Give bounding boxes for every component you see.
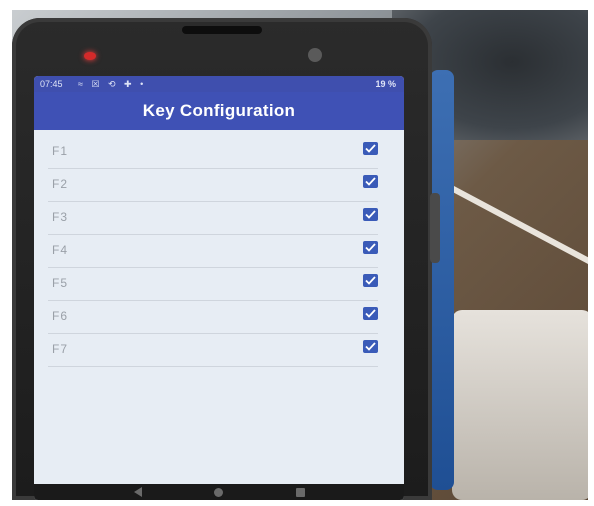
key-row-f5[interactable]: F5	[48, 268, 378, 301]
key-checkbox[interactable]	[363, 241, 378, 254]
key-row-f4[interactable]: F4	[48, 235, 378, 268]
key-row-f6[interactable]: F6	[48, 301, 378, 334]
device-side-strip	[430, 70, 454, 490]
key-checkbox[interactable]	[363, 274, 378, 287]
status-time: 07:45	[40, 79, 63, 89]
check-icon	[365, 342, 376, 351]
cable	[440, 180, 588, 266]
key-checkbox[interactable]	[363, 175, 378, 188]
key-row-f7[interactable]: F7	[48, 334, 378, 367]
key-label: F4	[52, 243, 69, 257]
key-checkbox[interactable]	[363, 208, 378, 221]
key-row-f1[interactable]: F1	[48, 136, 378, 169]
key-checkbox[interactable]	[363, 340, 378, 353]
check-icon	[365, 177, 376, 186]
home-icon[interactable]	[214, 488, 223, 497]
status-bar: 07:45 ≈ ☒ ⟲ ✚ • 19 %	[34, 76, 404, 92]
handheld-device: 07:45 ≈ ☒ ⟲ ✚ • 19 % Key Configuration F…	[12, 18, 440, 500]
key-checkbox[interactable]	[363, 307, 378, 320]
battery-indicator: 19 %	[375, 79, 396, 89]
check-icon	[365, 243, 376, 252]
check-icon	[365, 210, 376, 219]
speaker-grille	[182, 26, 262, 34]
check-icon	[365, 276, 376, 285]
key-row-f2[interactable]: F2	[48, 169, 378, 202]
key-label: F1	[52, 144, 69, 158]
key-checkbox[interactable]	[363, 142, 378, 155]
background-object	[452, 310, 588, 500]
page-title: Key Configuration	[142, 101, 296, 120]
navigation-bar	[34, 484, 404, 500]
key-label: F6	[52, 309, 69, 323]
app-bar: Key Configuration	[34, 92, 404, 130]
led-indicator	[84, 52, 96, 60]
side-button[interactable]	[430, 193, 440, 263]
key-label: F5	[52, 276, 69, 290]
recent-apps-icon[interactable]	[296, 488, 305, 497]
check-icon	[365, 309, 376, 318]
camera-icon	[308, 48, 322, 62]
key-label: F7	[52, 342, 69, 356]
key-label: F2	[52, 177, 69, 191]
notification-icons: ≈ ☒ ⟲ ✚ •	[78, 79, 147, 89]
back-icon[interactable]	[134, 487, 142, 497]
check-icon	[365, 144, 376, 153]
key-label: F3	[52, 210, 69, 224]
device-screen: 07:45 ≈ ☒ ⟲ ✚ • 19 % Key Configuration F…	[34, 76, 404, 500]
key-list: F1 F2 F3 F4 F5 F6 F7	[34, 136, 404, 367]
key-row-f3[interactable]: F3	[48, 202, 378, 235]
